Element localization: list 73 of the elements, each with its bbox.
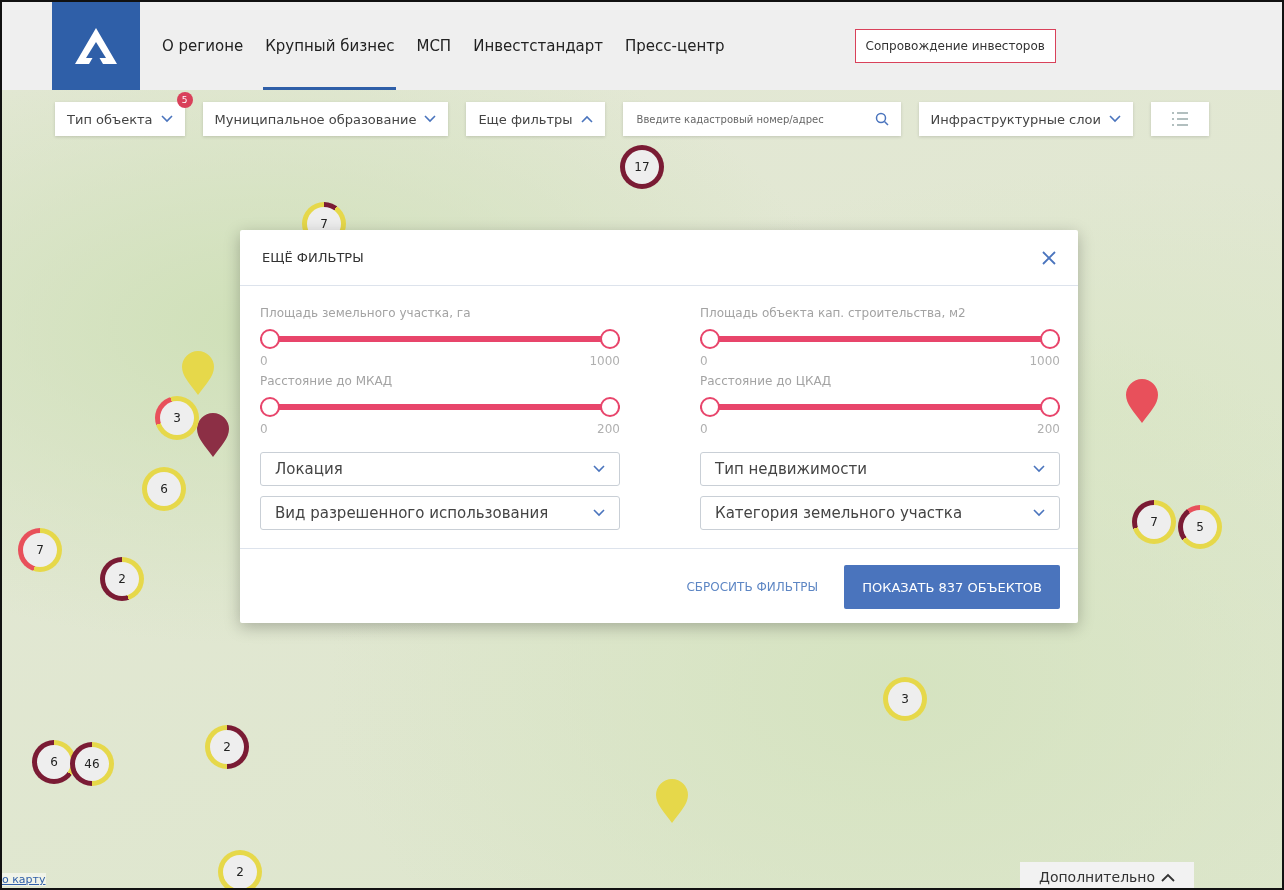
nav-tab[interactable]: О регионе (160, 2, 246, 90)
map-cluster[interactable]: 7 (1132, 500, 1176, 544)
chevron-down-icon (160, 115, 173, 123)
slider-label: Расстояние до МКАД (260, 374, 394, 390)
slider-thumb[interactable] (260, 397, 280, 417)
filter-dropdown[interactable]: Муниципальное образование (202, 102, 449, 136)
map-cluster[interactable]: 3 (155, 396, 199, 440)
slider-thumb[interactable] (1040, 397, 1060, 417)
select-field[interactable]: Вид разрешенного использования (260, 496, 620, 530)
range-slider[interactable] (700, 328, 1060, 350)
logo[interactable] (52, 2, 140, 90)
select-field[interactable]: Тип недвижимости (700, 452, 1060, 486)
slider-thumb[interactable] (600, 329, 620, 349)
slider-thumb[interactable] (600, 397, 620, 417)
slider-max: 1000 (1029, 354, 1060, 370)
chevron-down-icon (424, 115, 437, 123)
list-icon (1170, 111, 1189, 127)
slider-label: Площадь объекта кап. строительства, м2 (700, 306, 967, 322)
count-badge: 5 (176, 92, 193, 108)
slider-max: 1000 (589, 354, 620, 370)
slider-min: 0 (700, 354, 708, 370)
slider-min: 0 (700, 422, 708, 438)
reset-filters-button[interactable]: СБРОСИТЬ ФИЛЬТРЫ (680, 579, 825, 595)
slider-thumb[interactable] (700, 397, 720, 417)
range-slider[interactable] (260, 396, 620, 418)
map-link[interactable]: о карту (2, 873, 46, 886)
map-cluster[interactable]: 46 (70, 742, 114, 786)
logo-icon (73, 26, 119, 66)
chevron-up-icon (580, 115, 593, 123)
layers-dropdown[interactable]: Инфраструктурные слои (918, 102, 1133, 136)
map-cluster[interactable]: 6 (32, 740, 76, 784)
map-pin-icon[interactable] (195, 412, 231, 458)
map-cluster[interactable]: 3 (883, 677, 927, 721)
chevron-down-icon (1033, 465, 1045, 473)
dialog-title: ЕЩЁ ФИЛЬТРЫ (262, 250, 364, 265)
slider-max: 200 (597, 422, 620, 438)
chevron-up-icon (1161, 872, 1176, 882)
map-cluster[interactable]: 2 (100, 557, 144, 601)
chevron-down-icon (1033, 509, 1045, 517)
map-cluster[interactable]: 5 (1178, 505, 1222, 549)
map-cluster[interactable]: 7 (18, 528, 62, 572)
nav-tab[interactable]: МСП (414, 2, 454, 90)
slider-thumb[interactable] (1040, 329, 1060, 349)
range-slider[interactable] (260, 328, 620, 350)
slider-thumb[interactable] (700, 329, 720, 349)
slider-min: 0 (260, 422, 268, 438)
nav-tab[interactable]: Пресс-центр (623, 2, 727, 90)
slider-max: 200 (1037, 422, 1060, 438)
slider-label: Площадь земельного участка, га (260, 306, 472, 322)
map-pin-icon[interactable] (1124, 378, 1160, 424)
map-cluster[interactable]: 2 (205, 725, 249, 769)
more-button[interactable]: Дополнительно (1020, 862, 1194, 888)
filter-dropdown[interactable]: Еще фильтры (466, 102, 605, 136)
chevron-down-icon (593, 509, 605, 517)
show-objects-button[interactable]: ПОКАЗАТЬ 837 ОБЪЕКТОВ (844, 565, 1060, 609)
map-cluster[interactable]: 6 (142, 467, 186, 511)
slider-thumb[interactable] (260, 329, 280, 349)
nav-tab[interactable]: Инвестстандарт (471, 2, 606, 90)
close-icon (1042, 250, 1056, 265)
filter-dropdown[interactable]: Тип объекта (55, 102, 185, 136)
search-field[interactable]: Введите кадастровый номер/адрес (622, 102, 901, 136)
select-field[interactable]: Категория земельного участка (700, 496, 1060, 530)
search-icon (874, 112, 889, 126)
chevron-down-icon (593, 465, 605, 473)
range-slider[interactable] (700, 396, 1060, 418)
map-cluster[interactable]: 2 (218, 850, 262, 888)
chevron-down-icon (1108, 115, 1121, 123)
slider-label: Расстояние до ЦКАД (700, 374, 833, 390)
slider-min: 0 (260, 354, 268, 370)
map-cluster[interactable]: 17 (620, 145, 664, 189)
select-field[interactable]: Локация (260, 452, 620, 486)
close-button[interactable] (1042, 250, 1056, 265)
investor-support-button[interactable]: Сопровождение инвесторов (854, 29, 1056, 63)
